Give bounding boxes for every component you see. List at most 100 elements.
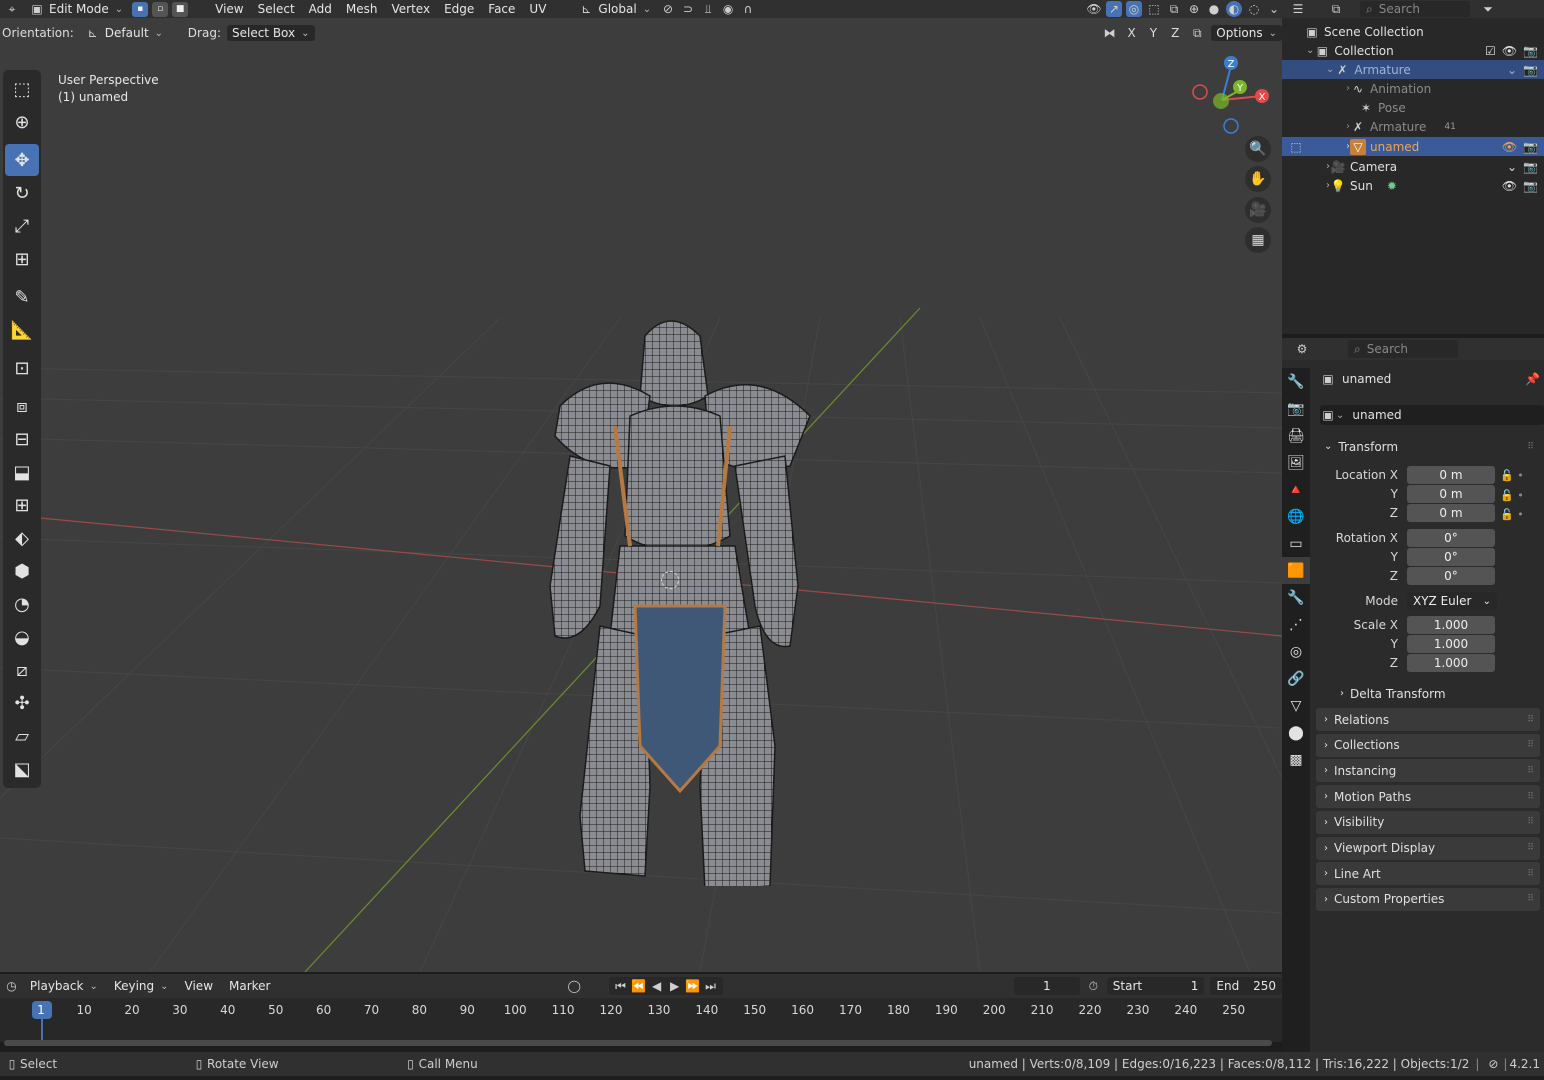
rotation-mode-dropdown[interactable]: XYZ Euler ⌄ bbox=[1407, 592, 1497, 610]
panel-viewport-display[interactable]: › Viewport Display ⠿ bbox=[1316, 836, 1540, 860]
properties-editor-icon[interactable]: ⚙ bbox=[1294, 341, 1310, 357]
panel-motion-paths[interactable]: › Motion Paths ⠿ bbox=[1316, 785, 1540, 809]
properties-search-input[interactable]: ⌕ Search bbox=[1348, 340, 1458, 358]
rendered-shading-icon[interactable]: ◌ bbox=[1246, 1, 1262, 17]
transform-panel-header[interactable]: ⌄ Transform ⠿ bbox=[1316, 435, 1540, 458]
material-tab-icon[interactable]: ⬤ bbox=[1282, 719, 1310, 746]
scene-tab-icon[interactable]: 🔺 bbox=[1282, 476, 1310, 503]
menu-vertex[interactable]: Vertex bbox=[386, 1, 435, 17]
auto-keying-icon[interactable]: ◯ bbox=[567, 978, 582, 994]
loop-cut-tool-icon[interactable]: ⊞ bbox=[5, 489, 39, 521]
vertex-select-icon[interactable]: ▪ bbox=[132, 1, 149, 17]
menu-add[interactable]: Add bbox=[304, 1, 337, 17]
prev-keyframe-icon[interactable]: ⏪ bbox=[631, 978, 647, 994]
knife-tool-icon[interactable]: ⬖ bbox=[5, 522, 39, 554]
location-y-field[interactable]: 0 m bbox=[1407, 485, 1495, 503]
start-frame-field[interactable]: Start 1 bbox=[1106, 977, 1205, 995]
view-layer-tab-icon[interactable]: 🖼 bbox=[1282, 449, 1310, 476]
outliner-row-sun[interactable]: › 💡 Sun ✹ 👁 📷 bbox=[1282, 176, 1544, 195]
display-mode-icon[interactable]: ⧉ bbox=[1328, 1, 1344, 17]
material-shading-icon[interactable]: ◐ bbox=[1226, 1, 1242, 17]
unamed-eye-icon[interactable]: 👁 bbox=[1502, 140, 1517, 154]
add-cube-tool-icon[interactable]: ⊡ bbox=[5, 352, 39, 384]
physics-tab-icon[interactable]: ◎ bbox=[1282, 638, 1310, 665]
smooth-tool-icon[interactable]: ◒ bbox=[5, 621, 39, 653]
panel-grip-icon[interactable]: ⠿ bbox=[1527, 766, 1534, 776]
armature-render-icon[interactable]: 📷 bbox=[1523, 63, 1538, 77]
shrink-fatten-tool-icon[interactable]: ✣ bbox=[5, 687, 39, 719]
lock-icon[interactable]: 🔓 • bbox=[1500, 486, 1524, 506]
keying-menu[interactable]: Keying bbox=[109, 978, 174, 994]
panel-grip-icon[interactable]: ⠿ bbox=[1527, 792, 1534, 802]
marker-menu[interactable]: Marker bbox=[224, 978, 275, 994]
visibility-icon[interactable]: 👁 bbox=[1086, 1, 1102, 17]
menu-view[interactable]: View bbox=[210, 1, 248, 17]
edit-mode-toggle-icon[interactable]: ⬚ bbox=[1288, 139, 1304, 155]
armature-expand-icon[interactable]: ⌄ bbox=[1326, 64, 1334, 75]
datablock-dropdown-icon[interactable]: ⌄ bbox=[1336, 410, 1344, 421]
shading-options-icon[interactable]: ⌄ bbox=[1266, 1, 1282, 17]
datablock-selector[interactable]: ▣ ⌄ unamed bbox=[1320, 405, 1544, 425]
menu-mesh[interactable]: Mesh bbox=[341, 1, 383, 17]
select-box-tool-icon[interactable]: ⬚ bbox=[5, 73, 39, 105]
armature-eye-icon[interactable]: ⌄ bbox=[1507, 63, 1517, 77]
panel-line-art[interactable]: › Line Art ⠿ bbox=[1316, 862, 1540, 886]
output-tab-icon[interactable]: 🖨 bbox=[1282, 422, 1310, 449]
panel-grip-icon[interactable]: ⠿ bbox=[1527, 894, 1534, 904]
delta-transform-header[interactable]: › Delta Transform bbox=[1332, 682, 1540, 705]
auto-merge-icon[interactable]: ⧉ bbox=[1189, 25, 1205, 41]
data-tab-icon[interactable]: ▽ bbox=[1282, 692, 1310, 719]
drag-dropdown[interactable]: Select Box bbox=[226, 25, 315, 41]
panel-grip-icon[interactable]: ⠿ bbox=[1527, 715, 1534, 725]
pan-hand-icon[interactable]: ✋ bbox=[1245, 166, 1271, 192]
render-tab-icon[interactable]: 📷 bbox=[1282, 395, 1310, 422]
outliner-row-pose[interactable]: ✶ Pose bbox=[1282, 98, 1544, 117]
bevel-tool-icon[interactable]: ⬓ bbox=[5, 456, 39, 488]
outliner-row-scene-collection[interactable]: ▣ Scene Collection bbox=[1282, 22, 1544, 41]
jump-end-icon[interactable]: ⏭ bbox=[703, 978, 719, 994]
panel-visibility[interactable]: › Visibility ⠿ bbox=[1316, 810, 1540, 834]
panel-grip-icon[interactable]: ⠿ bbox=[1527, 843, 1534, 853]
rotate-tool-icon[interactable]: ↻ bbox=[5, 177, 39, 209]
scale-x-field[interactable]: 1.000 bbox=[1407, 616, 1495, 634]
next-keyframe-icon[interactable]: ⏩ bbox=[685, 978, 701, 994]
outliner-search-input[interactable]: ⌕ Search bbox=[1360, 1, 1470, 17]
panel-collections[interactable]: › Collections ⠿ bbox=[1316, 733, 1540, 757]
lock-icon[interactable]: 🔓 • bbox=[1500, 505, 1524, 525]
datablock-name[interactable]: unamed bbox=[1352, 408, 1401, 422]
location-z-field[interactable]: 0 m bbox=[1407, 504, 1495, 522]
sun-render-icon[interactable]: 📷 bbox=[1523, 179, 1538, 193]
collection-expand-icon[interactable]: ⌄ bbox=[1306, 45, 1314, 56]
axis-z-toggle[interactable]: Z bbox=[1167, 26, 1183, 40]
mesh-overlay-icon[interactable]: ⬚ bbox=[1146, 1, 1162, 17]
timeline-view-menu[interactable]: View bbox=[180, 978, 218, 994]
filter-icon[interactable]: ⏷ bbox=[1480, 1, 1496, 17]
transform-tool-icon[interactable]: ⊞ bbox=[5, 243, 39, 275]
face-select-icon[interactable]: ■ bbox=[172, 1, 189, 17]
playback-menu[interactable]: Playback bbox=[25, 978, 103, 994]
menu-select[interactable]: Select bbox=[253, 1, 300, 17]
modifiers-tab-icon[interactable]: 🔧 bbox=[1282, 584, 1310, 611]
menu-uv[interactable]: UV bbox=[524, 1, 551, 17]
lock-icon[interactable]: 🔓 • bbox=[1500, 466, 1524, 486]
snap-icon[interactable]: ⊃ bbox=[680, 1, 696, 17]
collection-eye-icon[interactable]: 👁 bbox=[1502, 44, 1517, 58]
camera-eye-icon[interactable]: ⌄ bbox=[1507, 160, 1517, 174]
panel-grip-icon[interactable]: ⠿ bbox=[1527, 442, 1534, 452]
inset-tool-icon[interactable]: ⊟ bbox=[5, 423, 39, 455]
rotation-x-field[interactable]: 0° bbox=[1407, 529, 1495, 547]
annotate-tool-icon[interactable]: ✎ bbox=[5, 281, 39, 313]
axis-x-toggle[interactable]: X bbox=[1123, 26, 1139, 40]
world-tab-icon[interactable]: 🌐 bbox=[1282, 503, 1310, 530]
unamed-render-icon[interactable]: 📷 bbox=[1523, 140, 1538, 154]
pivot-icon[interactable]: ⊘ bbox=[660, 1, 676, 17]
xray-icon[interactable]: ⧉ bbox=[1166, 1, 1182, 17]
navigation-gizmo[interactable]: Z X Y bbox=[1190, 54, 1270, 144]
preview-range-icon[interactable]: ⏱ bbox=[1086, 978, 1101, 994]
rip-tool-icon[interactable]: ⬕ bbox=[5, 753, 39, 785]
gizmo-toggle-icon[interactable]: ↗ bbox=[1106, 1, 1122, 17]
spin-tool-icon[interactable]: ◔ bbox=[5, 588, 39, 620]
solid-shading-icon[interactable]: ● bbox=[1206, 1, 1222, 17]
outliner-row-armature[interactable]: ⌄ ✗ Armature ⌄ 📷 bbox=[1282, 60, 1544, 79]
edge-slide-tool-icon[interactable]: ⧄ bbox=[5, 654, 39, 686]
